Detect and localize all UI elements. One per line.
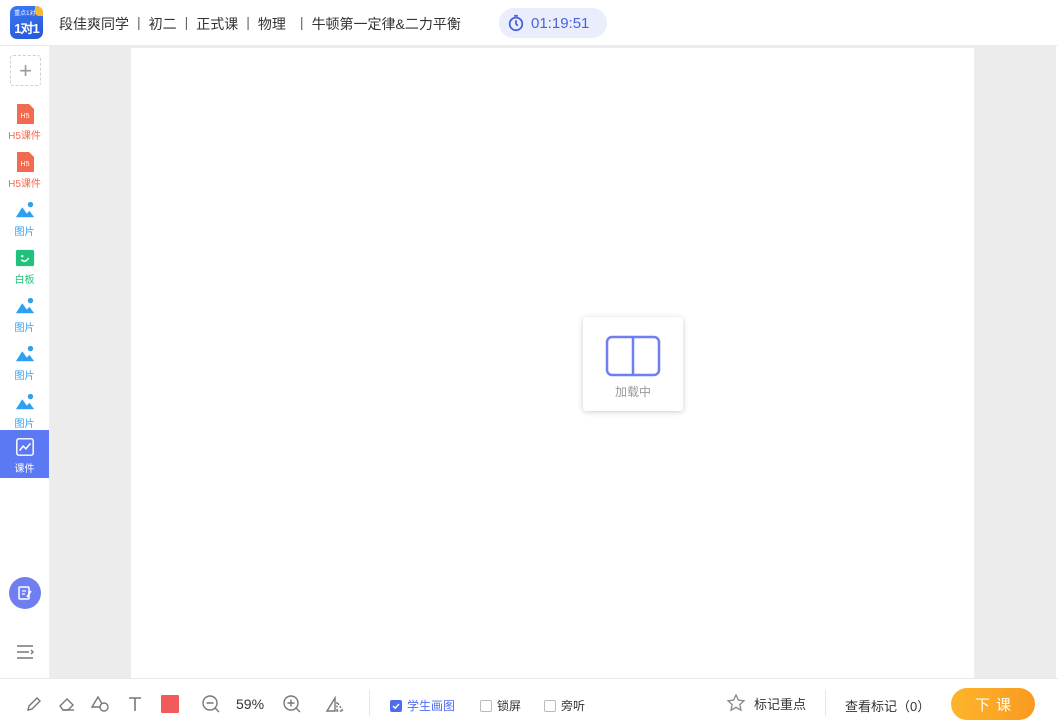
checkbox-checked-icon xyxy=(390,699,402,712)
sidebar-item-label: H5课件 xyxy=(8,179,41,190)
header-bar: 重点1对1 1对1 段佳爽同学 | 初二 | 正式课 | 物理 | 牛顿第一定律… xyxy=(0,0,1058,46)
image-icon xyxy=(15,345,34,362)
mark-key-point-label: 标记重点 xyxy=(754,696,807,712)
zoom-level: 59% xyxy=(236,696,265,712)
sidebar-item-label: 图片 xyxy=(14,371,35,382)
sidebar-item-image-3[interactable]: 图片 xyxy=(0,337,49,385)
rotate-icon xyxy=(325,695,345,712)
text-tool-button[interactable] xyxy=(125,693,145,715)
audit-checkbox[interactable]: 旁听 xyxy=(544,697,585,714)
student-name: 段佳爽同学 xyxy=(59,16,129,32)
plus-icon: + xyxy=(19,57,32,83)
separator: | xyxy=(184,14,189,30)
rotate-button[interactable] xyxy=(325,693,345,715)
loading-indicator: 加载中 xyxy=(583,317,683,411)
lock-screen-label: 锁屏 xyxy=(497,699,522,713)
logo-badge xyxy=(35,6,43,16)
student-draw-label: 学生画图 xyxy=(407,699,456,713)
separator: | xyxy=(246,14,250,30)
sidebar-item-image-1[interactable]: 图片 xyxy=(0,193,49,241)
audit-label: 旁听 xyxy=(561,699,586,713)
mark-key-point-button[interactable]: 标记重点 xyxy=(726,693,806,713)
sidebar-item-h5-courseware-1[interactable]: H5 H5课件 xyxy=(0,97,49,145)
eraser-tool-button[interactable] xyxy=(57,693,77,715)
loading-text: 加载中 xyxy=(614,385,651,399)
sidebar-item-label: 图片 xyxy=(14,323,35,334)
course-type-label: 正式课 xyxy=(196,16,239,32)
zoom-in-icon xyxy=(283,695,301,713)
courseware-canvas[interactable]: 加载中 xyxy=(131,48,974,678)
sidebar-item-image-4[interactable]: 图片 xyxy=(0,385,49,433)
sidebar-item-h5-courseware-2[interactable]: H5 H5课件 xyxy=(0,145,49,193)
view-marks-link[interactable]: 查看标记（0） xyxy=(845,696,930,715)
svg-text:H5: H5 xyxy=(20,113,29,120)
sidebar-item-courseware[interactable]: 课件 xyxy=(0,430,49,478)
checkbox-icon xyxy=(480,699,492,712)
class-timer: 01:19:51 xyxy=(499,8,607,38)
image-icon xyxy=(15,201,34,218)
timer-value: 01:19:51 xyxy=(531,14,590,32)
zoom-in-button[interactable] xyxy=(282,693,302,715)
zoom-out-icon xyxy=(202,695,220,713)
student-draw-checkbox[interactable]: 学生画图 xyxy=(390,697,455,714)
add-courseware-button[interactable]: + xyxy=(10,55,41,86)
separator: | xyxy=(137,14,141,30)
subject-label: 物理 xyxy=(257,16,286,32)
shape-tool-button[interactable] xyxy=(90,693,110,715)
toolbar-divider xyxy=(825,690,826,716)
bottom-toolbar: 59% 学生画图 锁屏 旁听 标记重点 查看标记（0） 下课 xyxy=(0,678,1058,728)
image-icon xyxy=(15,297,34,314)
eraser-icon xyxy=(59,698,74,711)
pencil-icon xyxy=(27,697,41,711)
courseware-stage: 加载中 xyxy=(50,46,1058,678)
shapes-icon xyxy=(90,695,109,712)
separator: | xyxy=(299,14,304,30)
image-icon xyxy=(15,393,34,410)
toolbar-divider xyxy=(369,690,370,716)
book-loading-icon xyxy=(605,335,661,377)
grade-label: 初二 xyxy=(148,16,177,32)
end-class-button[interactable]: 下课 xyxy=(951,688,1035,720)
checkbox-icon xyxy=(544,699,556,712)
h5-file-icon: H5 xyxy=(16,152,34,172)
star-outline-icon xyxy=(726,693,746,712)
sidebar-item-label: 课件 xyxy=(14,464,35,475)
stopwatch-icon xyxy=(508,14,524,32)
lock-screen-checkbox[interactable]: 锁屏 xyxy=(480,697,521,714)
sidebar-item-label: 图片 xyxy=(14,419,35,430)
app-logo: 重点1对1 1对1 xyxy=(10,6,43,39)
lesson-title: 牛顿第一定律&二力平衡 xyxy=(311,16,461,32)
lesson-breadcrumb: 段佳爽同学 | 初二 | 正式课 | 物理 | 牛顿第一定律&二力平衡 xyxy=(59,14,461,34)
text-icon xyxy=(129,697,141,711)
logo-text: 1对1 xyxy=(14,21,39,36)
notes-button[interactable] xyxy=(9,577,41,609)
whiteboard-icon xyxy=(15,249,34,267)
svg-text:H5: H5 xyxy=(20,161,29,168)
pen-color-swatch[interactable] xyxy=(161,695,179,713)
pen-tool-button[interactable] xyxy=(24,693,44,715)
zoom-out-button[interactable] xyxy=(201,693,221,715)
sidebar-item-label: 白板 xyxy=(14,275,35,286)
h5-file-icon: H5 xyxy=(16,104,34,124)
edit-note-icon xyxy=(18,586,32,600)
menu-icon[interactable] xyxy=(15,644,35,660)
courseware-sidebar: + H5 H5课件 H5 H5课件 图片 白板 图片 图片 图片 课件 xyxy=(0,46,50,678)
sidebar-item-label: H5课件 xyxy=(8,131,41,142)
courseware-icon xyxy=(15,438,34,456)
sidebar-item-whiteboard[interactable]: 白板 xyxy=(0,241,49,289)
sidebar-item-label: 图片 xyxy=(14,227,35,238)
sidebar-item-image-2[interactable]: 图片 xyxy=(0,289,49,337)
